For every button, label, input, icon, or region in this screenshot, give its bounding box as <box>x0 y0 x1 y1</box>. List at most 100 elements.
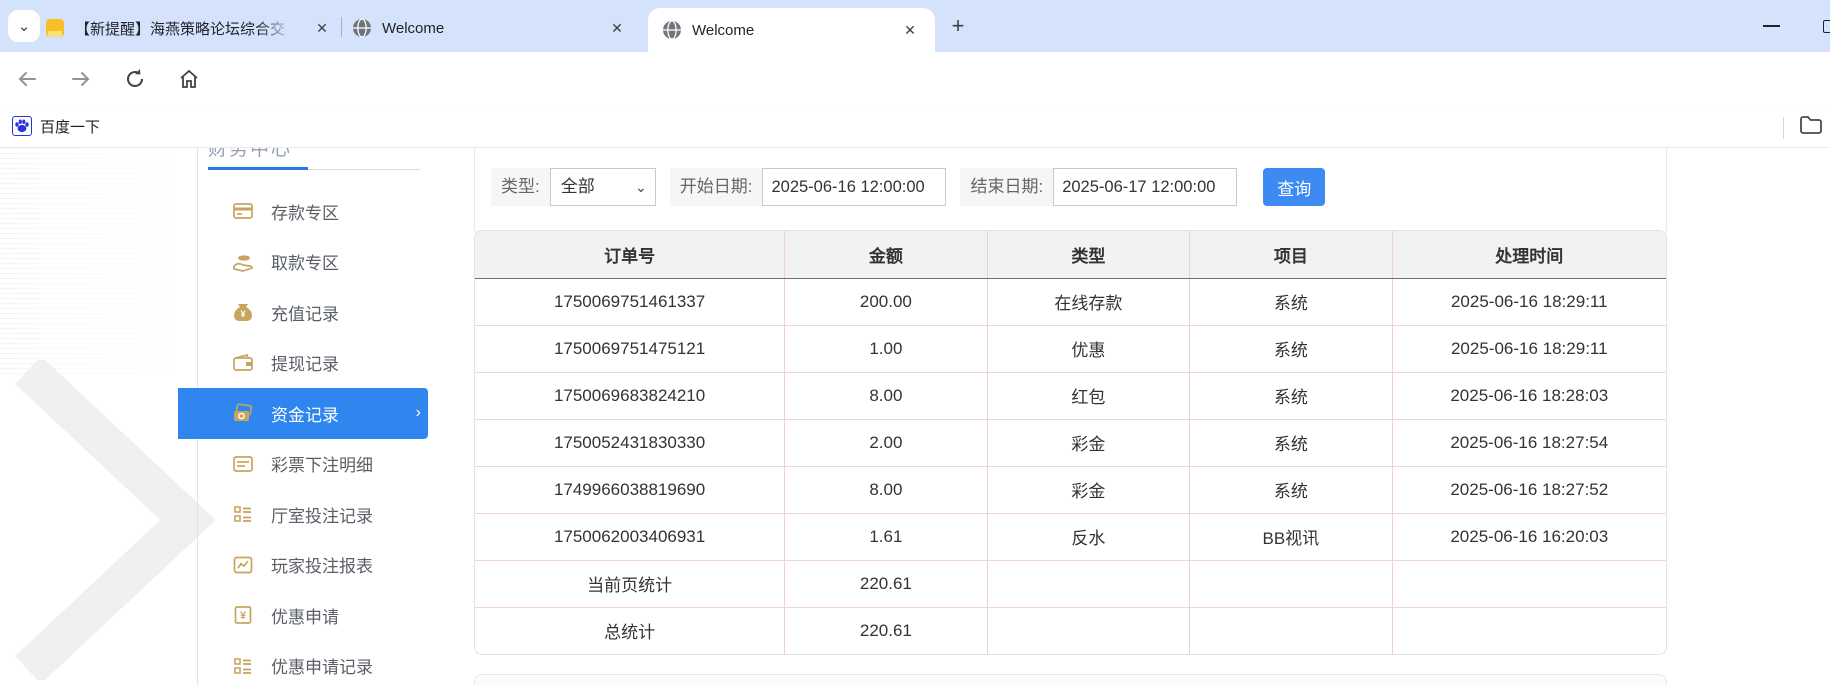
table-cell: 1750069751461337 <box>475 278 785 325</box>
tab-title: Welcome <box>692 22 754 39</box>
sidebar-item-label: 取款专区 <box>271 249 339 274</box>
money-bag-icon: ¥ <box>232 301 254 323</box>
sidebar-item-玩家投注报表[interactable]: 玩家投注报表 <box>178 540 428 591</box>
background-pattern <box>0 148 196 374</box>
table-cell: 系统 <box>1190 466 1392 513</box>
tab-welcome-1[interactable]: Welcome ✕ <box>352 8 628 48</box>
forward-icon[interactable] <box>62 60 100 98</box>
table-cell: 2025-06-16 18:29:11 <box>1392 325 1666 372</box>
sidebar-item-优惠申请[interactable]: ¥ 优惠申请 <box>178 590 428 641</box>
home-icon[interactable] <box>170 60 208 98</box>
funds-table: 订单号金额类型项目处理时间 1750069751461337200.00在线存款… <box>475 231 1666 654</box>
sidebar-item-彩票下注明细[interactable]: 彩票下注明细 <box>178 439 428 490</box>
reload-icon[interactable] <box>116 60 154 98</box>
window-maximize-button[interactable] <box>1806 0 1830 52</box>
table-body: 1750069751461337200.00在线存款系统2025-06-16 1… <box>475 278 1666 654</box>
table-row: 17500524318303302.00彩金系统2025-06-16 18:27… <box>475 419 1666 466</box>
table-cell: 2025-06-16 18:27:52 <box>1392 466 1666 513</box>
window-minimize-button[interactable] <box>1748 0 1794 52</box>
table-row: 17500697514751211.00优惠系统2025-06-16 18:29… <box>475 325 1666 372</box>
start-date-input[interactable] <box>762 168 946 206</box>
sidebar-item-label: 优惠申请记录 <box>271 653 373 678</box>
sidebar-item-资金记录[interactable]: 资金记录 › <box>178 388 428 439</box>
list-detail-icon <box>232 503 254 525</box>
table-cell: 彩金 <box>987 419 1189 466</box>
table-cell: 2025-06-16 18:27:54 <box>1392 419 1666 466</box>
table-cell: 彩金 <box>987 466 1189 513</box>
page-content: 财务中心 存款专区取款专区¥充值记录提现记录资金记录›彩票下注明细厅室投注记录玩… <box>0 148 1830 685</box>
table-cell: 1.00 <box>785 325 987 372</box>
table-cell <box>1392 560 1666 607</box>
table-cell: 当前页统计 <box>475 560 785 607</box>
table-cell: 2025-06-16 16:20:03 <box>1392 513 1666 560</box>
back-icon[interactable] <box>8 60 46 98</box>
tab-close-icon[interactable]: ✕ <box>899 19 921 41</box>
table-cell <box>987 607 1189 654</box>
tab-divider <box>341 17 342 37</box>
start-date-label: 开始日期: <box>670 168 763 206</box>
type-select[interactable]: 全部 ⌄ <box>550 168 656 206</box>
tab-welcome-active[interactable]: Welcome ✕ <box>648 8 935 52</box>
summary-row: 总统计220.61 <box>475 607 1666 654</box>
summary-row: 当前页统计220.61 <box>475 560 1666 607</box>
sidebar-title-accent <box>208 167 308 170</box>
coupon-icon: ¥ <box>232 604 254 626</box>
wallet-icon <box>232 352 254 374</box>
end-date-label: 结束日期: <box>960 168 1053 206</box>
table-cell: 8.00 <box>785 372 987 419</box>
column-header: 处理时间 <box>1392 231 1666 278</box>
column-header: 订单号 <box>475 231 785 278</box>
chevron-right-icon: › <box>416 404 421 422</box>
baidu-paw-icon <box>12 116 32 136</box>
table-row: 1750069751461337200.00在线存款系统2025-06-16 1… <box>475 278 1666 325</box>
funds-table-card: 订单号金额类型项目处理时间 1750069751461337200.00在线存款… <box>474 230 1667 655</box>
table-cell: 反水 <box>987 513 1189 560</box>
chevron-down-icon: ⌄ <box>635 169 647 205</box>
table-row: 17500696838242108.00红包系统2025-06-16 18:28… <box>475 372 1666 419</box>
bookmark-baidu[interactable]: 百度一下 <box>12 116 100 137</box>
sidebar-item-优惠申请记录[interactable]: 优惠申请记录 <box>178 641 428 685</box>
sidebar-item-label: 优惠申请 <box>271 603 339 628</box>
table-cell: BB视讯 <box>1190 513 1392 560</box>
table-cell: 1749966038819690 <box>475 466 785 513</box>
search-button[interactable]: 查询 <box>1263 168 1325 206</box>
table-cell: 220.61 <box>785 560 987 607</box>
forum-favicon-icon <box>45 18 65 38</box>
filter-panel: 类型: 全部 ⌄ 开始日期: 结束日期: 查询 <box>474 148 1667 236</box>
tab-close-icon[interactable]: ✕ <box>606 17 628 39</box>
bookmarks-bar: 百度一下 <box>0 105 1830 148</box>
pagination-panel <box>474 674 1667 685</box>
tab-search-button[interactable]: ⌄ <box>8 10 40 42</box>
sidebar-item-存款专区[interactable]: 存款专区 <box>178 186 428 237</box>
globe-icon <box>662 20 682 40</box>
sidebar-item-取款专区[interactable]: 取款专区 <box>178 237 428 288</box>
sidebar-item-充值记录[interactable]: ¥充值记录 <box>178 287 428 338</box>
table-cell: 红包 <box>987 372 1189 419</box>
browser-toolbar: js13.cc/hhcp/usercenter.html?iniType=6 <box>0 52 1830 105</box>
sidebar-item-label: 提现记录 <box>271 350 339 375</box>
globe-icon <box>352 18 372 38</box>
report-chart-icon <box>232 554 254 576</box>
sidebar-item-label: 彩票下注明细 <box>271 451 373 476</box>
sidebar-item-label: 存款专区 <box>271 199 339 224</box>
table-header-row: 订单号金额类型项目处理时间 <box>475 231 1666 278</box>
sidebar-item-提现记录[interactable]: 提现记录 <box>178 338 428 389</box>
svg-text:¥: ¥ <box>240 309 245 319</box>
table-cell: 1750062003406931 <box>475 513 785 560</box>
table-cell: 优惠 <box>987 325 1189 372</box>
end-date-input[interactable] <box>1053 168 1237 206</box>
table-cell: 系统 <box>1190 372 1392 419</box>
table-cell <box>1392 607 1666 654</box>
all-bookmarks-folder-icon[interactable] <box>1798 112 1824 143</box>
new-tab-button[interactable]: + <box>944 12 972 40</box>
bookmarks-separator <box>1783 117 1784 139</box>
table-cell <box>1190 607 1392 654</box>
table-cell: 总统计 <box>475 607 785 654</box>
table-cell: 2025-06-16 18:29:11 <box>1392 278 1666 325</box>
tab-close-icon[interactable]: ✕ <box>311 17 333 39</box>
sidebar-item-label: 资金记录 <box>271 401 339 426</box>
tab-forum[interactable]: 【新提醒】海燕策略论坛综合交 ✕ <box>45 8 333 48</box>
table-cell: 200.00 <box>785 278 987 325</box>
sidebar-item-厅室投注记录[interactable]: 厅室投注记录 <box>178 489 428 540</box>
table-row: 17500620034069311.61反水BB视讯2025-06-16 16:… <box>475 513 1666 560</box>
